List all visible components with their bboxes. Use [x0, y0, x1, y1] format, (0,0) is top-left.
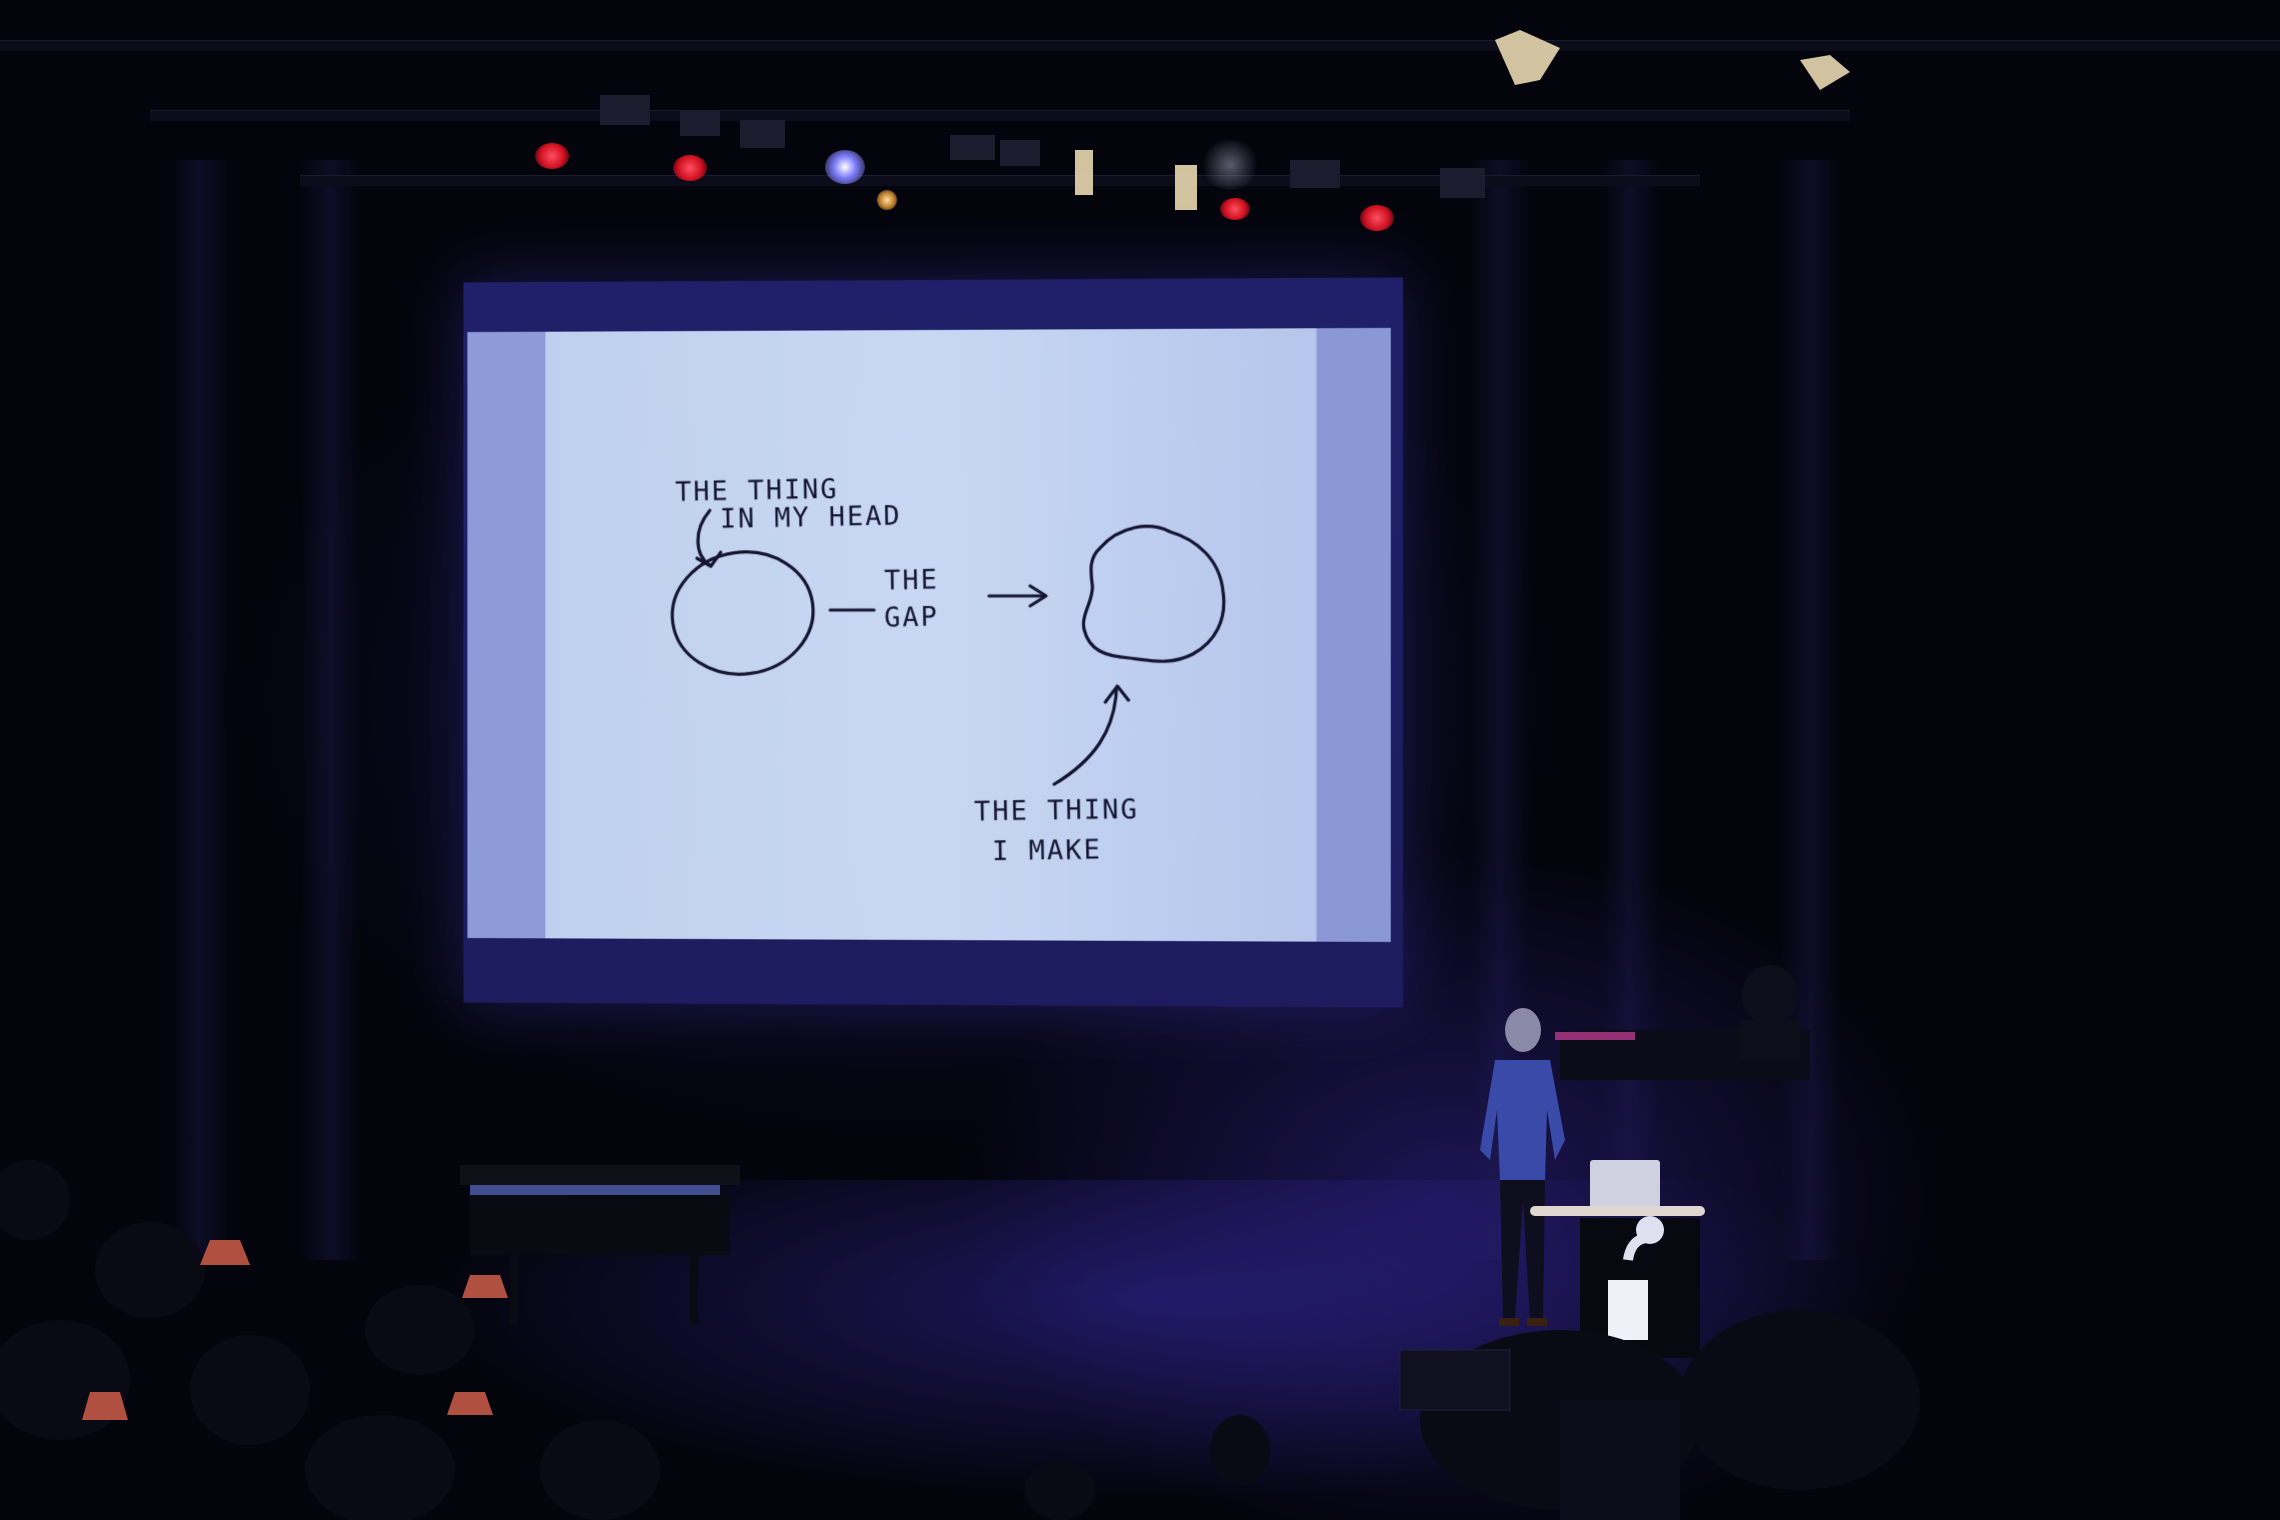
- label-gap-line2: GAP: [883, 601, 940, 634]
- curtain-fold: [1600, 160, 1660, 1260]
- sketch-drawing: [566, 328, 1306, 941]
- curtain-fold: [300, 160, 360, 1260]
- lighting-rig: [0, 0, 2280, 260]
- label-head-line2: IN MY HEAD: [719, 500, 902, 535]
- label-gap-line1: THE: [883, 564, 940, 597]
- made-blob: [1084, 526, 1224, 661]
- curtain-fold: [1780, 160, 1840, 1260]
- curtain-fold: [170, 160, 230, 1260]
- projection-screen: THE THING IN MY HEAD THE GAP THE THING I…: [463, 277, 1403, 1008]
- whiteboard-sketch: THE THING IN MY HEAD THE GAP THE THING I…: [566, 328, 1306, 941]
- label-make-line2: I MAKE: [991, 834, 1103, 868]
- make-arrow-icon: [1054, 690, 1116, 784]
- audience: [0, 1160, 1920, 1520]
- head-circle: [664, 543, 821, 683]
- label-make-line1: THE THING: [973, 794, 1140, 828]
- presentation-slide: THE THING IN MY HEAD THE GAP THE THING I…: [467, 327, 1391, 942]
- stage-scene: THE THING IN MY HEAD THE GAP THE THING I…: [0, 0, 2280, 1520]
- head-arrow-icon: [698, 510, 710, 565]
- stage-lamps: [600, 30, 1850, 210]
